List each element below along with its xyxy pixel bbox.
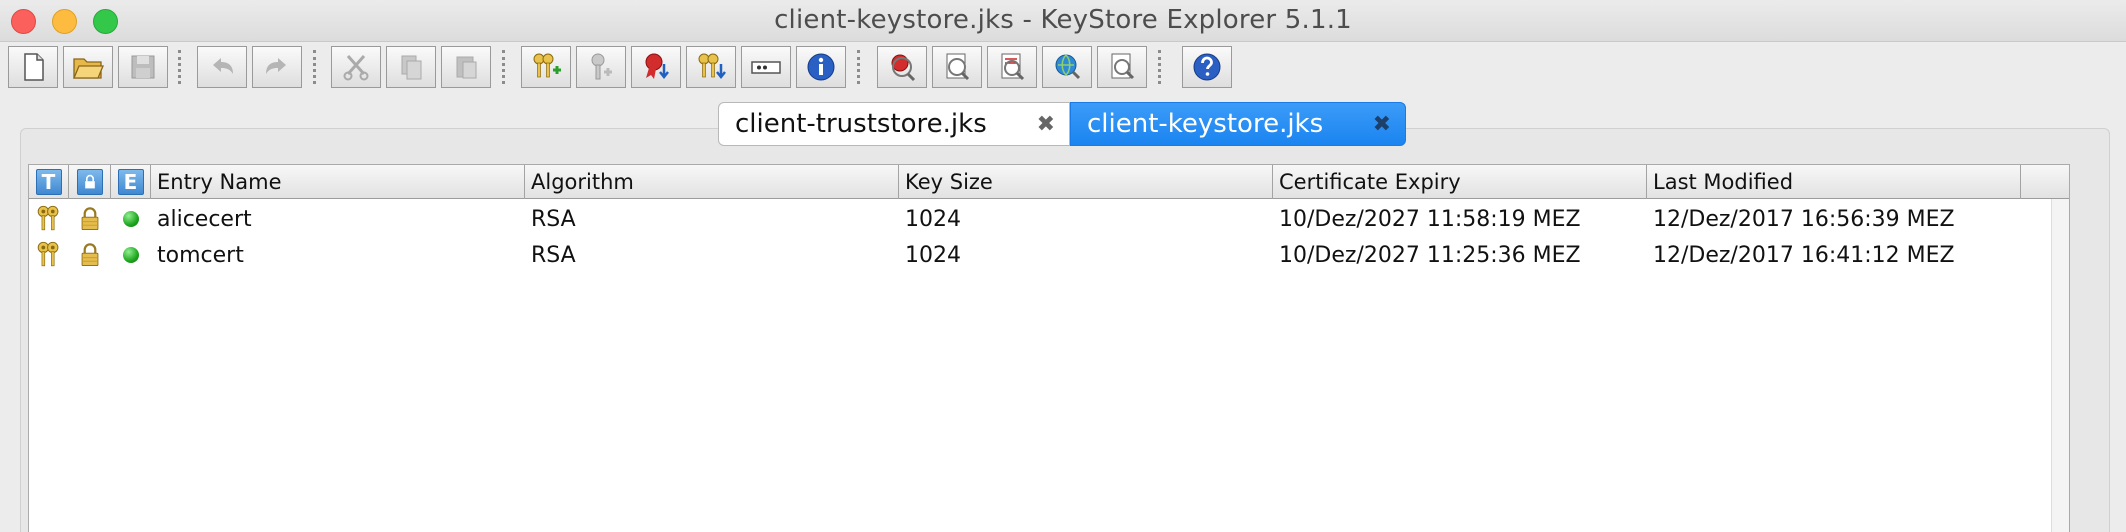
key-size-cell: 1024 [905,206,961,232]
toolbar-separator [502,50,505,84]
tab-client-truststore[interactable]: client-truststore.jks ✖ [718,102,1070,146]
redo-icon [266,58,286,74]
open-folder-icon [73,58,104,79]
new-file-icon [24,53,44,81]
import-keypair-button[interactable] [686,46,736,88]
key-size-cell: 1024 [905,242,961,268]
type-header-icon: T [35,169,62,195]
paste-icon [456,56,477,79]
table-row[interactable]: tomcert RSA 1024 10/Dez/2027 11:25:36 ME… [29,237,2069,273]
toolbar-separator [857,50,860,84]
table-row[interactable]: alicecert RSA 1024 10/Dez/2027 11:58:19 … [29,201,2069,237]
column-header-expiry[interactable]: E [111,165,151,199]
keypair-icon [29,237,69,273]
tab-client-keystore[interactable]: client-keystore.jks ✖ [1070,102,1406,146]
import-trusted-cert-button[interactable] [631,46,681,88]
cut-button[interactable] [331,46,381,88]
generate-keypair-button[interactable] [521,46,571,88]
certificate-import-icon [645,53,669,80]
examine-clipboard-icon [1111,53,1135,80]
toolbar-separator [1158,50,1161,84]
keystore-explorer-window: client-keystore.jks - KeyStore Explorer … [0,0,2126,532]
lock-icon [69,201,111,237]
examine-certificate-icon [891,54,916,82]
copy-icon [401,55,422,80]
lock-header-icon [76,169,103,195]
expiry-header-icon: E [117,169,144,195]
examine-ssl-button[interactable] [1042,46,1092,88]
info-icon [807,53,835,81]
main-toolbar [0,42,2126,92]
last-modified-cell: 12/Dez/2017 16:41:12 MEZ [1653,242,1955,268]
tab-label: client-keystore.jks [1087,109,1324,139]
lock-icon [69,237,111,273]
redo-button[interactable] [252,46,302,88]
help-button[interactable] [1182,46,1232,88]
new-keystore-button[interactable] [8,46,58,88]
title-bar: client-keystore.jks - KeyStore Explorer … [0,0,2126,42]
password-icon [751,61,781,74]
column-header-entry-name[interactable]: Entry Name [151,165,525,199]
certificate-expiry-cell: 10/Dez/2027 11:25:36 MEZ [1279,242,1581,268]
column-header-type[interactable]: T [29,165,69,199]
table-header: T E Entry Name Algorithm Key Size Certif… [29,165,2069,199]
save-keystore-button[interactable] [118,46,168,88]
certificate-expiry-cell: 10/Dez/2027 11:58:19 MEZ [1279,206,1581,232]
examine-certificate-button[interactable] [877,46,927,88]
column-header-certificate-expiry[interactable]: Certificate Expiry [1273,165,1647,199]
help-icon [1193,53,1221,81]
algorithm-cell: RSA [531,206,576,232]
tab-close-icon[interactable]: ✖ [1373,112,1391,137]
paste-button[interactable] [441,46,491,88]
open-keystore-button[interactable] [63,46,113,88]
key-add-icon [591,53,612,80]
examine-csr-icon [946,53,970,81]
keystore-tabs: client-truststore.jks ✖ client-keystore.… [718,102,1406,146]
undo-icon [213,58,233,74]
algorithm-cell: RSA [531,242,576,268]
keystore-properties-button[interactable] [796,46,846,88]
save-disk-icon [131,55,155,79]
scissors-icon [343,55,369,81]
column-header-last-modified[interactable]: Last Modified [1647,165,2021,199]
examine-crl-icon [1001,53,1025,81]
column-header-lock[interactable] [69,165,111,199]
generate-secret-key-button[interactable] [576,46,626,88]
copy-button[interactable] [386,46,436,88]
table-scroll-area[interactable] [2051,199,2069,532]
window-title: client-keystore.jks - KeyStore Explorer … [774,5,1352,35]
column-header-algorithm[interactable]: Algorithm [525,165,899,199]
tab-close-icon[interactable]: ✖ [1037,112,1055,137]
keypair-icon [29,201,69,237]
entries-table: T E Entry Name Algorithm Key Size Certif… [28,164,2070,532]
keypair-add-icon [533,53,561,78]
entry-name-cell: tomcert [157,242,244,268]
entry-name-cell: alicecert [157,206,252,232]
valid-green-icon [111,237,151,273]
toolbar-separator [313,50,316,84]
set-password-button[interactable] [741,46,791,88]
keypair-import-icon [698,53,726,80]
examine-csr-button[interactable] [932,46,982,88]
undo-button[interactable] [197,46,247,88]
column-header-key-size[interactable]: Key Size [899,165,1273,199]
toolbar-separator [178,50,181,84]
examine-crl-button[interactable] [987,46,1037,88]
tab-label: client-truststore.jks [735,109,987,139]
valid-green-icon [111,201,151,237]
last-modified-cell: 12/Dez/2017 16:56:39 MEZ [1653,206,1955,232]
examine-clipboard-button[interactable] [1097,46,1147,88]
examine-ssl-icon [1055,54,1081,80]
